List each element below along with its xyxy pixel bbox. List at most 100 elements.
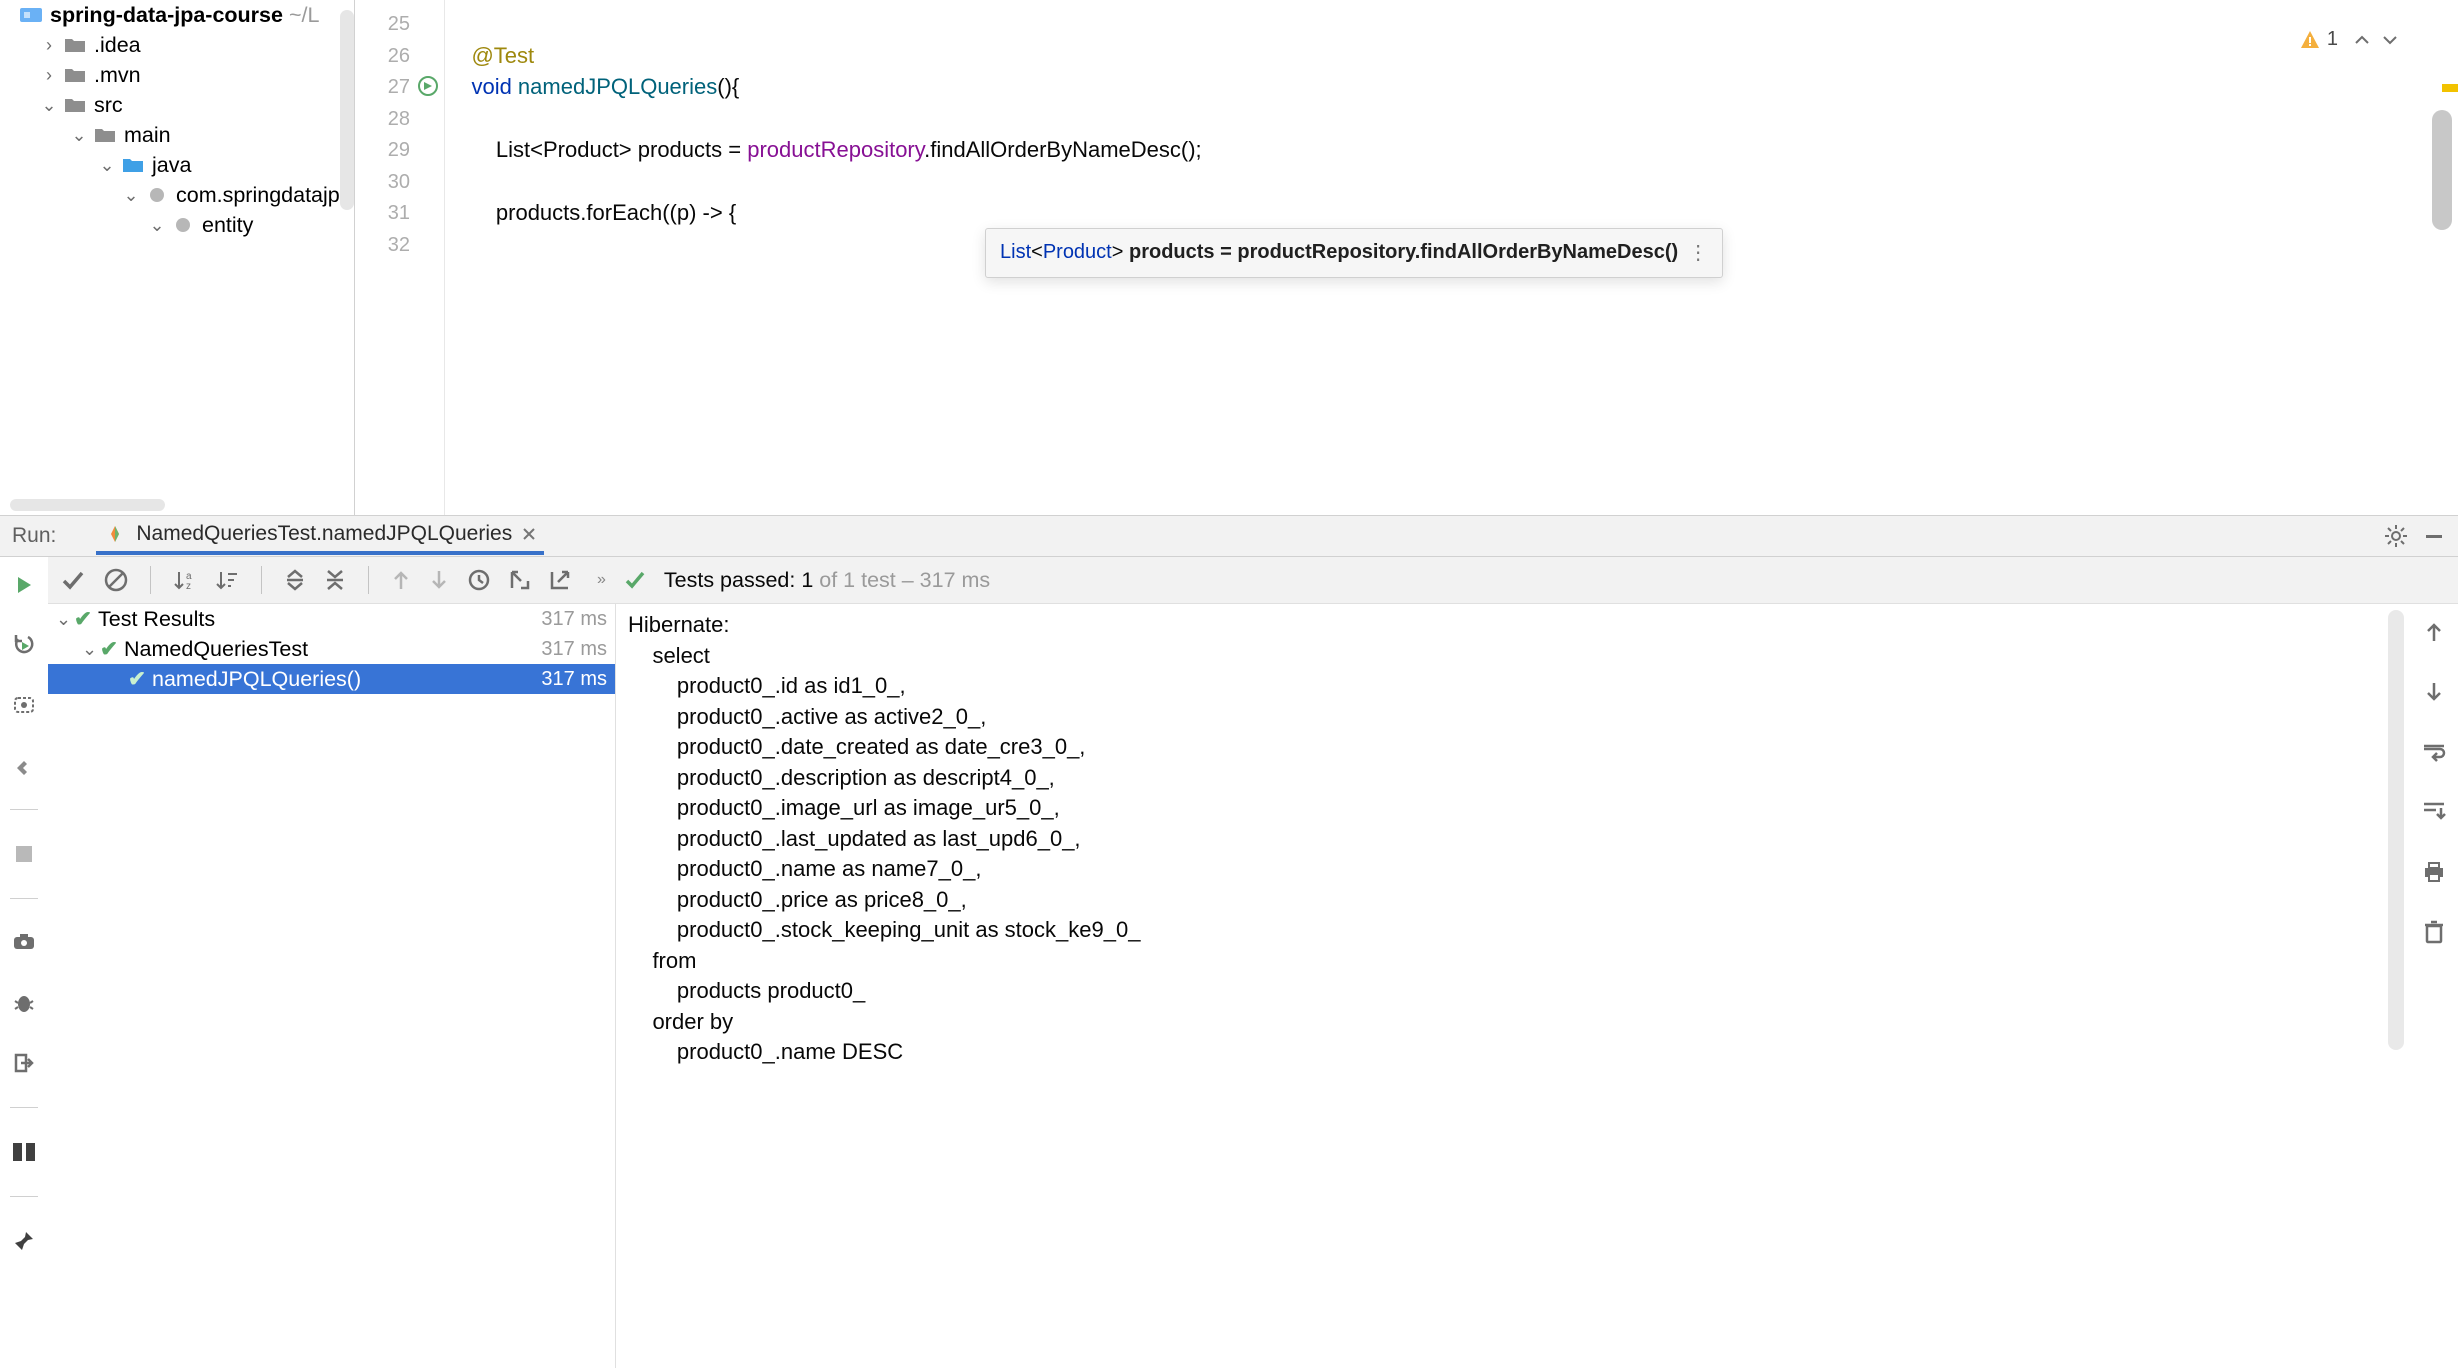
code-editor[interactable]: 25 26 27 28 29 30 31 32 @Test void named… (355, 0, 2458, 515)
chevron-down-icon[interactable]: ⌄ (82, 639, 100, 660)
stop-process-button[interactable] (8, 838, 40, 870)
run-test-gutter-icon[interactable] (418, 76, 438, 96)
tree-item-label: main (124, 123, 171, 148)
chevron-down-icon[interactable]: ⌄ (98, 155, 116, 176)
code-text: (){ (717, 74, 739, 99)
project-tree[interactable]: spring-data-jpa-course ~/L › .idea › .mvn⌄s… (0, 0, 355, 515)
scroll-to-end-button[interactable] (2418, 796, 2450, 828)
line-number: 30 (388, 171, 410, 193)
tree-item-label: entity (202, 213, 253, 238)
folder-icon (64, 65, 88, 85)
show-ignored-button[interactable] (104, 568, 128, 592)
test-results-tree[interactable]: ⌄ ✔ Test Results 317 ms ⌄ ✔ NamedQueries… (48, 604, 616, 1368)
folder-icon (122, 155, 146, 175)
debug-button[interactable] (8, 987, 40, 1019)
sort-duration-button[interactable] (215, 568, 239, 592)
test-tree-method[interactable]: ✔ namedJPQLQueries() 317 ms (48, 664, 615, 694)
toggle-auto-test-button[interactable] (8, 689, 40, 721)
editor-gutter[interactable]: 25 26 27 28 29 30 31 32 (355, 0, 445, 515)
run-toolwindow-header: Run: NamedQueriesTest.namedJPQLQueries (0, 515, 2458, 557)
editor-marker[interactable] (2442, 84, 2458, 92)
line-number: 29 (388, 139, 410, 161)
clear-button[interactable] (2418, 916, 2450, 948)
chevron-down-icon[interactable]: ⌄ (40, 95, 58, 116)
tree-item-label: .mvn (94, 63, 141, 88)
print-button[interactable] (2418, 856, 2450, 888)
tests-total-label: of 1 test – 317 ms (813, 568, 990, 592)
chevron-down-icon[interactable]: ⌄ (148, 215, 166, 236)
minimize-icon[interactable] (2422, 524, 2446, 548)
separator (10, 1107, 38, 1108)
prev-failed-button[interactable] (391, 569, 411, 591)
test-tree-class[interactable]: ⌄ ✔ NamedQueriesTest 317 ms (48, 634, 615, 664)
chevron-up-icon[interactable] (2354, 32, 2370, 48)
separator (150, 566, 151, 594)
export-tests-button[interactable] (549, 569, 571, 591)
rerun-button[interactable] (8, 569, 40, 601)
tree-item[interactable]: › .idea (0, 30, 354, 60)
close-icon[interactable] (522, 527, 536, 541)
hint-type: List (1000, 241, 1031, 263)
gear-icon[interactable] (2384, 524, 2408, 548)
import-tests-button[interactable] (509, 569, 531, 591)
hint-expr: products = productRepository.findAllOrde… (1129, 241, 1678, 263)
editor-vscroll[interactable] (2432, 110, 2452, 230)
tree-item[interactable]: ⌄java (0, 150, 354, 180)
separator (368, 566, 369, 594)
next-failed-button[interactable] (429, 569, 449, 591)
line-number: 28 (388, 108, 410, 130)
tree-item-label: .idea (94, 33, 141, 58)
package-icon (146, 185, 170, 205)
soft-wrap-button[interactable] (2418, 736, 2450, 768)
pin-button[interactable] (8, 1225, 40, 1257)
test-config-icon (104, 523, 126, 545)
expand-all-button[interactable] (284, 569, 306, 591)
run-label: Run: (12, 524, 56, 548)
code-text: products.forEach((p) -> { (447, 200, 736, 225)
more-icon[interactable]: ⋮ (1688, 250, 1708, 256)
test-tree-root[interactable]: ⌄ ✔ Test Results 317 ms (48, 604, 615, 634)
chevron-down-icon[interactable]: ⌄ (122, 185, 140, 206)
console-text: Hibernate: select product0_.id as id1_0_… (628, 612, 1147, 1064)
tree-item[interactable]: ⌄src (0, 90, 354, 120)
rerun-failed-button[interactable] (8, 629, 40, 661)
tree-item[interactable]: › .mvn (0, 60, 354, 90)
test-node-label: namedJPQLQueries() (152, 667, 541, 692)
annotation: @Test (471, 43, 534, 68)
test-history-button[interactable] (467, 568, 491, 592)
editor-inspection-widget[interactable]: 1 (2299, 24, 2398, 56)
test-filter-bar: az » (48, 557, 2458, 604)
tree-item[interactable]: ⌄com.springdatajp (0, 180, 354, 210)
run-left-toolbar (0, 557, 48, 1368)
dump-button[interactable] (8, 927, 40, 959)
show-passed-button[interactable] (60, 567, 86, 593)
collapse-all-button[interactable] (324, 569, 346, 591)
sort-alpha-button[interactable]: az (173, 568, 197, 592)
pass-icon: ✔ (100, 637, 118, 662)
exit-button[interactable] (8, 1047, 40, 1079)
tree-root[interactable]: spring-data-jpa-course ~/L (0, 0, 354, 30)
project-tree-vscroll[interactable] (340, 10, 354, 210)
up-button[interactable] (2418, 616, 2450, 648)
package-icon (172, 215, 196, 235)
warning-count: 1 (2327, 24, 2338, 56)
project-tree-hscroll[interactable] (10, 499, 165, 511)
stop-button[interactable] (8, 749, 40, 781)
layout-button[interactable] (8, 1136, 40, 1168)
line-number: 31 (388, 202, 410, 224)
hint-type: Product (1043, 241, 1112, 263)
folder-icon (94, 125, 118, 145)
run-tab[interactable]: NamedQueriesTest.namedJPQLQueries (96, 517, 544, 555)
tree-item[interactable]: ⌄ main (0, 120, 354, 150)
down-button[interactable] (2418, 676, 2450, 708)
chevron-right-icon[interactable]: › (40, 65, 58, 86)
tree-item[interactable]: ⌄ entity (0, 210, 354, 240)
folder-icon (64, 95, 88, 115)
chevron-right-icon[interactable]: › (40, 35, 58, 56)
chevron-down-icon[interactable] (2382, 32, 2398, 48)
console-output[interactable]: Hibernate: select product0_.id as id1_0_… (616, 604, 2410, 1368)
chevron-down-icon[interactable]: ⌄ (56, 609, 74, 630)
chevron-down-icon[interactable]: ⌄ (70, 125, 88, 146)
console-vscroll[interactable] (2388, 610, 2404, 1050)
more-icon[interactable]: » (597, 571, 606, 589)
